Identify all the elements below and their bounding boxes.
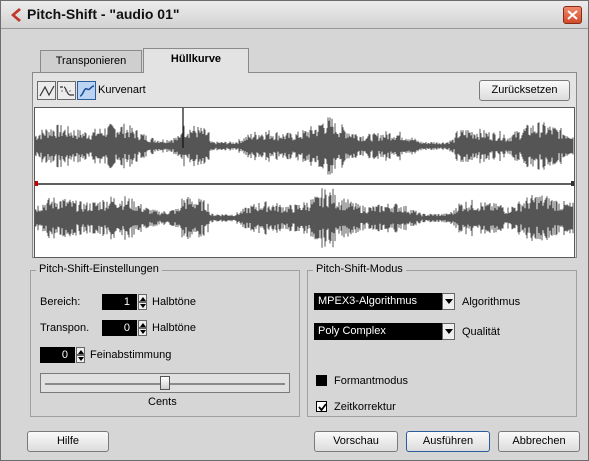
window-title: Pitch-Shift - "audio 01" xyxy=(27,6,180,22)
smooth-curve-icon xyxy=(79,85,95,97)
cents-label: Cents xyxy=(148,396,177,408)
execute-button[interactable]: Ausführen xyxy=(406,431,490,452)
transpose-stepper[interactable] xyxy=(138,320,147,336)
cancel-button[interactable]: Abbrechen xyxy=(498,431,580,452)
transpose-label: Transpon. xyxy=(40,322,90,334)
settings-group-title: Pitch-Shift-Einstellungen xyxy=(36,263,162,275)
curve-type-label: Kurvenart xyxy=(98,84,146,96)
quality-value: Poly Complex xyxy=(318,325,386,337)
envelope-end-point[interactable] xyxy=(571,181,574,186)
chevron-down-icon xyxy=(445,299,453,304)
cubase-logo-icon xyxy=(11,8,21,22)
fine-tune-label: Feinabstimmung xyxy=(90,349,172,361)
algorithm-dropdown[interactable]: MPEX3-Algorithmus xyxy=(314,293,455,310)
spline-curve-button[interactable] xyxy=(57,81,76,100)
fine-tune-value-field[interactable]: 0 xyxy=(40,347,75,363)
linear-curve-icon xyxy=(39,85,55,97)
quality-label: Qualität xyxy=(462,326,500,338)
waveform-channel-left xyxy=(35,117,574,175)
arrow-down-icon xyxy=(140,304,146,308)
formant-mode-label: Formantmodus xyxy=(334,375,408,387)
algorithm-value: MPEX3-Algorithmus xyxy=(318,295,418,307)
slider-thumb[interactable] xyxy=(160,376,170,390)
spline-curve-icon xyxy=(60,86,74,96)
waveform-path xyxy=(35,117,574,175)
time-correction-label: Zeitkorrektur xyxy=(334,401,396,413)
settings-group xyxy=(30,270,300,417)
range-label: Bereich: xyxy=(40,296,81,308)
close-icon xyxy=(567,10,578,20)
help-button[interactable]: Hilfe xyxy=(27,431,109,452)
linear-curve-button[interactable] xyxy=(37,81,56,100)
tab-huellkurve[interactable]: Hüllkurve xyxy=(143,48,249,73)
arrow-up-icon xyxy=(140,297,146,301)
dropdown-arrow[interactable] xyxy=(442,323,455,340)
quality-dropdown[interactable]: Poly Complex xyxy=(314,323,455,340)
preview-button[interactable]: Vorschau xyxy=(314,431,398,452)
mode-group-title: Pitch-Shift-Modus xyxy=(313,263,406,275)
dropdown-arrow[interactable] xyxy=(442,293,455,310)
transpose-unit-label: Halbtöne xyxy=(152,322,197,334)
fine-tune-stepper[interactable] xyxy=(76,347,85,363)
waveform-channel-right xyxy=(35,188,574,248)
range-stepper[interactable] xyxy=(138,294,147,310)
range-value-field[interactable]: 1 xyxy=(102,294,137,310)
reset-button[interactable]: Zurücksetzen xyxy=(479,80,570,101)
tab-transponieren[interactable]: Transponieren xyxy=(40,50,142,72)
close-button[interactable] xyxy=(563,6,582,24)
pitch-shift-dialog: Pitch-Shift - "audio 01" Transponieren H… xyxy=(0,0,589,461)
time-correction-checkbox[interactable] xyxy=(316,401,327,412)
arrow-up-icon xyxy=(78,350,84,354)
envelope-start-point[interactable] xyxy=(35,181,38,186)
range-unit-label: Halbtöne xyxy=(152,296,197,308)
algorithm-label: Algorithmus xyxy=(462,296,521,308)
arrow-down-icon xyxy=(78,357,84,361)
checkmark-icon xyxy=(318,403,327,412)
waveform-display[interactable] xyxy=(34,107,575,258)
chevron-down-icon xyxy=(445,329,453,334)
smooth-curve-button[interactable] xyxy=(77,81,96,100)
formant-mode-checkbox[interactable] xyxy=(316,375,327,386)
cents-slider[interactable] xyxy=(40,373,290,393)
waveform-path xyxy=(35,188,574,248)
arrow-up-icon xyxy=(140,323,146,327)
title-bar[interactable]: Pitch-Shift - "audio 01" xyxy=(1,1,588,29)
arrow-down-icon xyxy=(140,330,146,334)
transpose-value-field[interactable]: 0 xyxy=(102,320,137,336)
